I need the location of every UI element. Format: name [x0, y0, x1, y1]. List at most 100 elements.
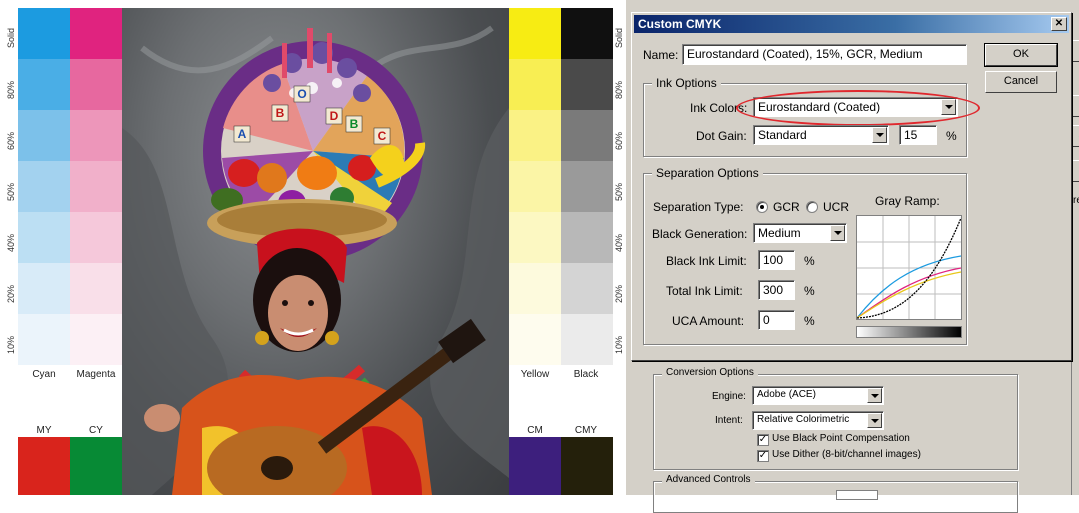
magenta-swatch: [70, 314, 122, 365]
gray-ramp-gradient: [856, 326, 962, 338]
total-ink-limit-value: 300: [763, 283, 784, 297]
black-generation-label: Black Generation:: [652, 227, 748, 241]
black-ink-limit-value: 100: [763, 253, 784, 267]
partial-button[interactable]: [1071, 40, 1079, 62]
uca-amount-label: UCA Amount:: [672, 314, 745, 328]
letter-block: C: [378, 129, 387, 143]
magenta-swatch: [70, 263, 122, 314]
black-generation-select[interactable]: Medium: [753, 223, 847, 243]
black-ink-limit-input[interactable]: 100: [758, 250, 795, 270]
percent-label: 80%: [6, 80, 16, 99]
name-value: Eurostandard (Coated), 15%, GCR, Medium: [687, 47, 923, 61]
percent-unit: %: [804, 254, 815, 268]
my-label: MY: [36, 425, 52, 436]
dialog-title: Custom CMYK: [638, 17, 722, 31]
partial-field[interactable]: [836, 490, 878, 500]
close-icon[interactable]: ✕: [1051, 17, 1067, 31]
engine-select[interactable]: Adobe (ACE): [752, 386, 884, 405]
cyan-swatch: [18, 263, 70, 314]
yellow-swatch: [509, 110, 561, 161]
percent-label: Solid: [6, 27, 16, 48]
black-point-label: Use Black Point Compensation: [772, 433, 910, 444]
partial-button[interactable]: v: [1071, 160, 1079, 182]
black-point-checkbox[interactable]: ✓: [757, 434, 769, 446]
cyan-swatch: [18, 110, 70, 161]
gcr-label: GCR: [773, 200, 800, 214]
ok-button[interactable]: OK: [984, 43, 1058, 67]
dot-gain-percent-value: 15: [904, 128, 918, 142]
percent-label: 10%: [614, 335, 624, 354]
yellow-swatch: [509, 59, 561, 110]
cy-swatch: [70, 437, 122, 495]
letter-block: A: [238, 127, 247, 141]
chevron-down-icon[interactable]: [830, 225, 845, 241]
percent-label: 50%: [614, 182, 624, 201]
percent-unit: %: [946, 129, 957, 143]
partial-text: re: [1073, 195, 1079, 206]
magenta-swatch: [70, 161, 122, 212]
cyan-label: Cyan: [32, 369, 56, 380]
percent-label: 40%: [614, 233, 624, 252]
dot-gain-percent-input[interactable]: 15: [899, 125, 937, 145]
partial-button[interactable]: L: [1071, 95, 1079, 117]
black-swatch: [561, 263, 613, 314]
dot-gain-select[interactable]: Standard: [753, 125, 889, 145]
engine-label: Engine:: [712, 391, 746, 402]
black-swatch: [561, 161, 613, 212]
chevron-down-icon[interactable]: [867, 388, 882, 403]
dot-gain-label: Dot Gain:: [696, 129, 747, 143]
cyan-swatch: [18, 8, 70, 59]
percent-label: 20%: [614, 284, 624, 303]
percent-label: 40%: [6, 233, 16, 252]
photo-woman-with-fruit-hat: A B O D B C: [122, 8, 509, 495]
cmy-label: CMY: [574, 425, 598, 436]
gcr-radio[interactable]: [756, 201, 768, 213]
cyan-swatch: [18, 161, 70, 212]
black-swatch: [561, 212, 613, 263]
uca-amount-value: 0: [763, 313, 770, 327]
percent-unit: %: [804, 314, 815, 328]
yellow-swatch: [509, 161, 561, 212]
partial-button[interactable]: S: [1071, 125, 1079, 147]
name-input[interactable]: Eurostandard (Coated), 15%, GCR, Medium: [682, 44, 967, 65]
separation-type-label: Separation Type:: [653, 200, 744, 214]
divider: [1071, 215, 1079, 495]
dither-checkbox[interactable]: ✓: [757, 450, 769, 462]
letter-block: D: [330, 109, 339, 123]
intent-value: Relative Colorimetric: [757, 414, 850, 425]
black-swatch: [561, 110, 613, 161]
magenta-swatch: [70, 212, 122, 263]
chevron-down-icon[interactable]: [867, 413, 882, 428]
cyan-swatch: [18, 59, 70, 110]
percent-label: 60%: [6, 131, 16, 150]
cmy-swatch: [561, 437, 613, 495]
custom-cmyk-dialog: Custom CMYK ✕ Name: Eurostandard (Coated…: [631, 12, 1072, 361]
advanced-controls-title: Advanced Controls: [662, 474, 755, 485]
letter-block: B: [350, 117, 359, 131]
dither-label: Use Dither (8-bit/channel images): [772, 449, 921, 460]
intent-select[interactable]: Relative Colorimetric: [752, 411, 884, 430]
dot-gain-value: Standard: [758, 128, 807, 142]
cancel-button[interactable]: Cancel: [985, 71, 1057, 93]
letter-block: O: [297, 87, 306, 101]
magenta-label: Magenta: [76, 369, 116, 380]
percent-unit: %: [804, 284, 815, 298]
percent-label: 60%: [614, 131, 624, 150]
percent-label: 20%: [6, 284, 16, 303]
name-label: Name:: [643, 48, 679, 62]
uca-amount-input[interactable]: 0: [758, 310, 795, 330]
total-ink-limit-label: Total Ink Limit:: [666, 284, 743, 298]
yellow-swatch: [509, 263, 561, 314]
chevron-down-icon[interactable]: [872, 127, 887, 143]
intent-label: Intent:: [715, 415, 743, 426]
my-swatch: [18, 437, 70, 495]
cy-label: CY: [89, 425, 103, 436]
black-swatch: [561, 59, 613, 110]
ucr-radio[interactable]: [806, 201, 818, 213]
yellow-swatch: [509, 8, 561, 59]
total-ink-limit-input[interactable]: 300: [758, 280, 795, 300]
black-generation-value: Medium: [758, 226, 801, 240]
magenta-swatch: [70, 8, 122, 59]
title-bar[interactable]: Custom CMYK ✕: [634, 15, 1069, 33]
engine-value: Adobe (ACE): [757, 389, 816, 400]
